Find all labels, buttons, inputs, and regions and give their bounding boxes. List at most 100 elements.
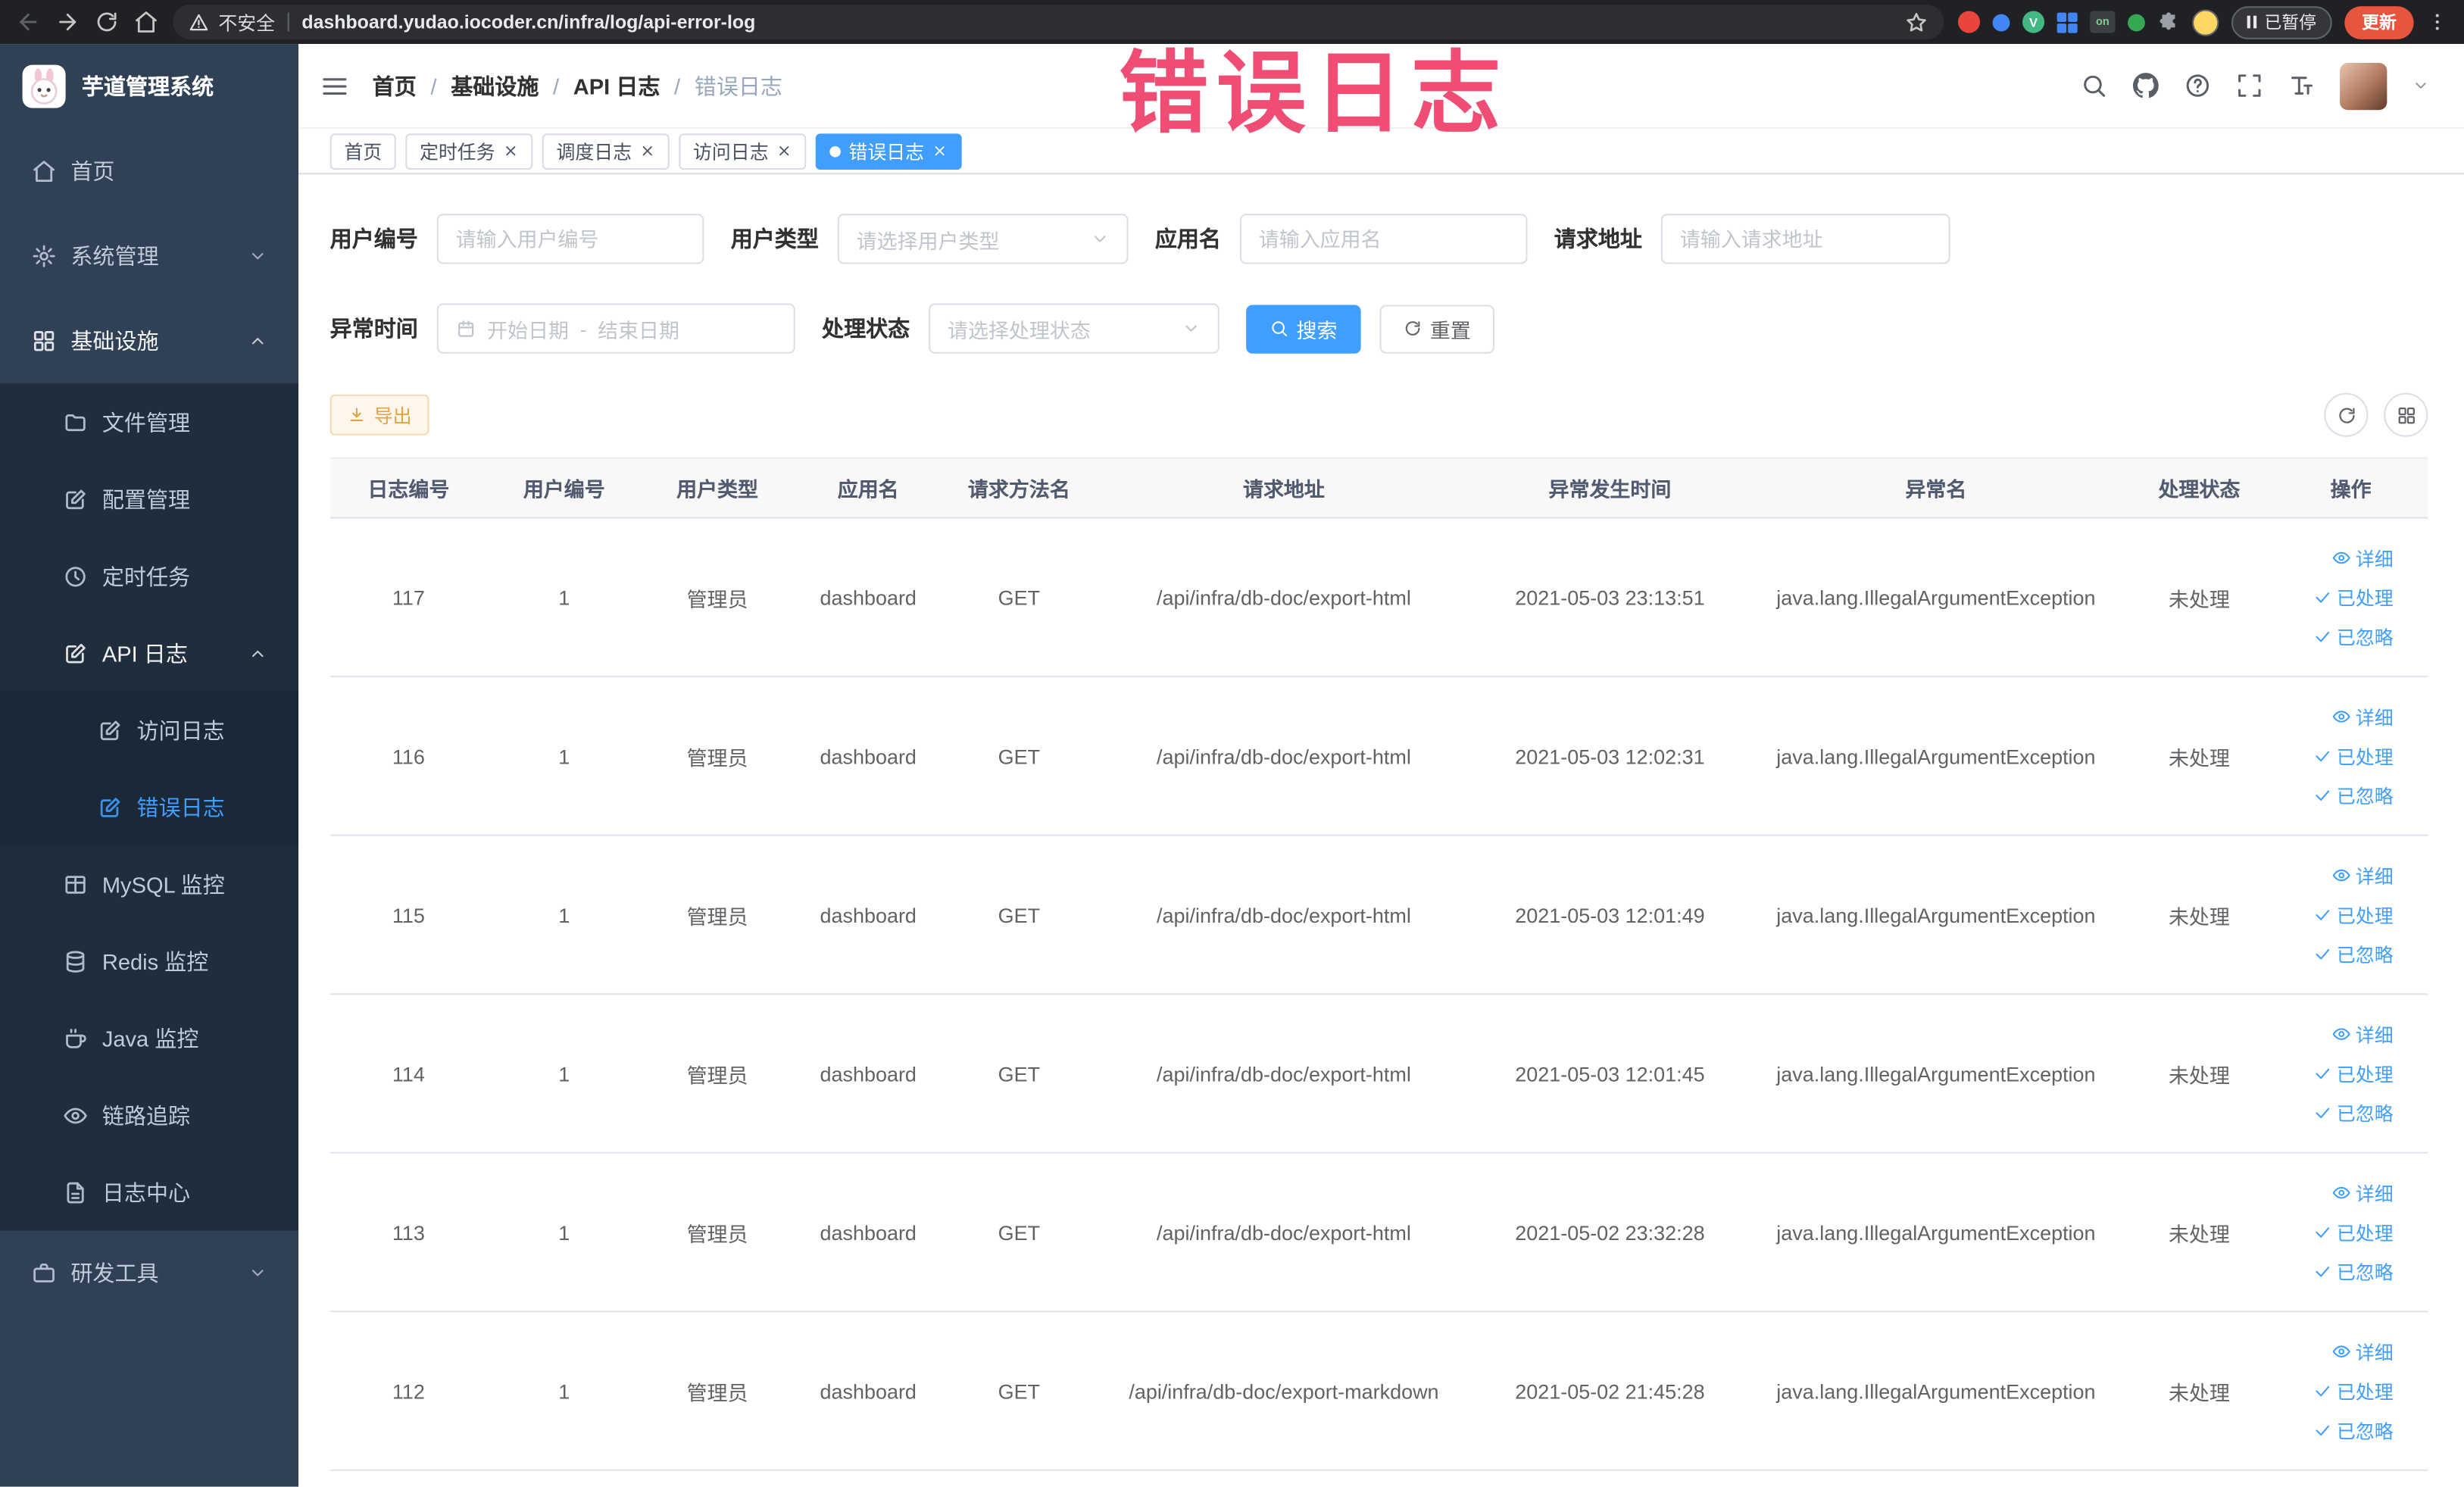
sidebar-collapse-icon[interactable]	[320, 71, 348, 99]
extension-icon-grid[interactable]	[2056, 11, 2078, 33]
processed-link[interactable]: 已处理	[2313, 1219, 2394, 1245]
browser-menu-kebab-icon[interactable]	[2426, 9, 2448, 34]
detail-link[interactable]: 详细	[2332, 1339, 2394, 1365]
browser-reload-icon[interactable]	[94, 9, 119, 34]
check-icon	[2313, 588, 2332, 607]
cell-actions: 详细 已处理 已忽略	[2274, 1339, 2428, 1444]
sidebar-item-access-log[interactable]: 访问日志	[0, 692, 298, 769]
sidebar-item-label: 基础设施	[70, 328, 159, 354]
download-icon	[347, 405, 366, 424]
font-size-icon[interactable]	[2288, 72, 2315, 98]
extension-icon-on-badge[interactable]: on	[2090, 11, 2116, 33]
search-icon[interactable]	[2081, 72, 2107, 98]
eye-icon	[2332, 548, 2351, 567]
close-icon[interactable]	[932, 143, 948, 159]
sidebar-item-infrastructure[interactable]: 基础设施	[0, 298, 298, 383]
detail-link[interactable]: 详细	[2332, 862, 2394, 889]
tab-error-log[interactable]: 错误日志	[815, 133, 962, 170]
detail-link[interactable]: 详细	[2332, 1020, 2394, 1047]
github-icon[interactable]	[2132, 72, 2159, 98]
extension-icon-vue[interactable]: V	[2022, 11, 2045, 33]
tab-home[interactable]: 首页	[329, 133, 396, 170]
cell-actions: 详细 已处理 已忽略	[2274, 862, 2428, 967]
search-button[interactable]: 搜索	[1246, 304, 1361, 353]
cell-actions: 详细 已处理 已忽略	[2274, 703, 2428, 808]
refresh-button[interactable]	[2324, 392, 2369, 437]
close-icon[interactable]	[639, 143, 655, 159]
sidebar-item-dev-tools[interactable]: 研发工具	[0, 1230, 298, 1315]
ignored-link[interactable]: 已忽略	[2313, 1258, 2394, 1285]
processed-link[interactable]: 已处理	[2313, 584, 2394, 611]
process-status-select[interactable]: 请选择处理状态	[929, 303, 1220, 354]
cell-exception-time: 2021-05-02 21:45:28	[1515, 1379, 1705, 1403]
sidebar-item-java-monitor[interactable]: Java 监控	[0, 999, 298, 1076]
ignored-link[interactable]: 已忽略	[2313, 782, 2394, 808]
processed-link[interactable]: 已处理	[2313, 1060, 2394, 1086]
request-url-input[interactable]	[1660, 214, 1950, 264]
tab-access-log[interactable]: 访问日志	[679, 133, 807, 170]
extensions-puzzle-icon[interactable]	[2157, 11, 2179, 33]
cell-exception-name: java.lang.IllegalArgumentException	[1776, 585, 2096, 609]
column-settings-button[interactable]	[2384, 392, 2428, 437]
processed-link[interactable]: 已处理	[2313, 901, 2394, 928]
cell-exception-time: 2021-05-03 23:13:51	[1515, 585, 1705, 609]
breadcrumb-home[interactable]: 首页	[373, 70, 417, 101]
site-security-chip[interactable]: 不安全	[189, 8, 275, 35]
browser-forward-icon[interactable]	[55, 9, 80, 34]
ignored-link[interactable]: 已忽略	[2313, 623, 2394, 650]
user-avatar[interactable]	[2340, 61, 2387, 110]
fullscreen-icon[interactable]	[2236, 72, 2263, 98]
extension-icon-green[interactable]	[2128, 13, 2145, 31]
sidebar-item-api-log[interactable]: API 日志	[0, 614, 298, 692]
browser-home-icon[interactable]	[133, 9, 158, 34]
detail-link[interactable]: 详细	[2332, 703, 2394, 729]
address-bar[interactable]: 不安全 dashboard.yudao.iocoder.cn/infra/log…	[173, 5, 1944, 39]
tab-scheduled-tasks[interactable]: 定时任务	[405, 133, 533, 170]
exception-time-range-picker[interactable]: 开始日期 - 结束日期	[436, 303, 795, 354]
bookmark-star-icon[interactable]	[1904, 10, 1928, 33]
app-name-input[interactable]	[1239, 214, 1528, 264]
breadcrumb-infrastructure[interactable]: 基础设施	[451, 70, 539, 101]
request-url-label: 请求地址	[1554, 226, 1642, 251]
processed-link[interactable]: 已处理	[2313, 1377, 2394, 1404]
ignored-link[interactable]: 已忽略	[2313, 1099, 2394, 1126]
cell-exception-name: java.lang.IllegalArgumentException	[1776, 1061, 2096, 1086]
user-id-input[interactable]	[436, 214, 704, 264]
sidebar-item-file-management[interactable]: 文件管理	[0, 383, 298, 461]
tab-schedule-log[interactable]: 调度日志	[542, 133, 670, 170]
update-button[interactable]: 更新	[2344, 5, 2414, 39]
export-button[interactable]: 导出	[329, 394, 429, 436]
detail-link[interactable]: 详细	[2332, 545, 2394, 571]
document-icon	[98, 795, 123, 820]
extension-icon-blue[interactable]	[1992, 13, 2010, 31]
sidebar-item-error-log[interactable]: 错误日志	[0, 768, 298, 845]
sidebar-item-home[interactable]: 首页	[0, 129, 298, 214]
sidebar-item-scheduled-tasks[interactable]: 定时任务	[0, 538, 298, 615]
browser-back-icon[interactable]	[16, 9, 41, 34]
sidebar-item-mysql-monitor[interactable]: MySQL 监控	[0, 845, 298, 923]
processed-link[interactable]: 已处理	[2313, 742, 2394, 769]
browser-profile-avatar[interactable]	[2192, 8, 2219, 36]
sidebar-item-label: 文件管理	[101, 409, 191, 435]
help-icon[interactable]	[2184, 72, 2211, 98]
sidebar-item-trace[interactable]: 链路追踪	[0, 1076, 298, 1154]
check-icon	[2313, 627, 2332, 646]
reset-button[interactable]: 重置	[1379, 304, 1495, 353]
ignored-link[interactable]: 已忽略	[2313, 1417, 2394, 1443]
detail-link[interactable]: 详细	[2332, 1179, 2394, 1206]
sidebar-item-system-management[interactable]: 系统管理	[0, 214, 298, 298]
close-icon[interactable]	[776, 143, 792, 159]
sidebar-item-config-management[interactable]: 配置管理	[0, 461, 298, 538]
ignored-link[interactable]: 已忽略	[2313, 941, 2394, 967]
cell-user-id: 1	[558, 1379, 570, 1403]
sidebar-item-redis-monitor[interactable]: Redis 监控	[0, 923, 298, 1000]
close-icon[interactable]	[503, 143, 519, 159]
breadcrumb-api-log[interactable]: API 日志	[573, 70, 661, 101]
extension-icon-red[interactable]	[1957, 11, 1981, 33]
avatar-caret-icon[interactable]	[2412, 77, 2430, 95]
sidebar-item-log-center[interactable]: 日志中心	[0, 1154, 298, 1231]
user-type-label: 用户类型	[730, 226, 819, 251]
paused-button[interactable]: 已暂停	[2231, 5, 2332, 39]
user-type-select[interactable]: 请选择用户类型	[837, 214, 1129, 264]
app-logo[interactable]: 芋道管理系统	[0, 44, 298, 129]
